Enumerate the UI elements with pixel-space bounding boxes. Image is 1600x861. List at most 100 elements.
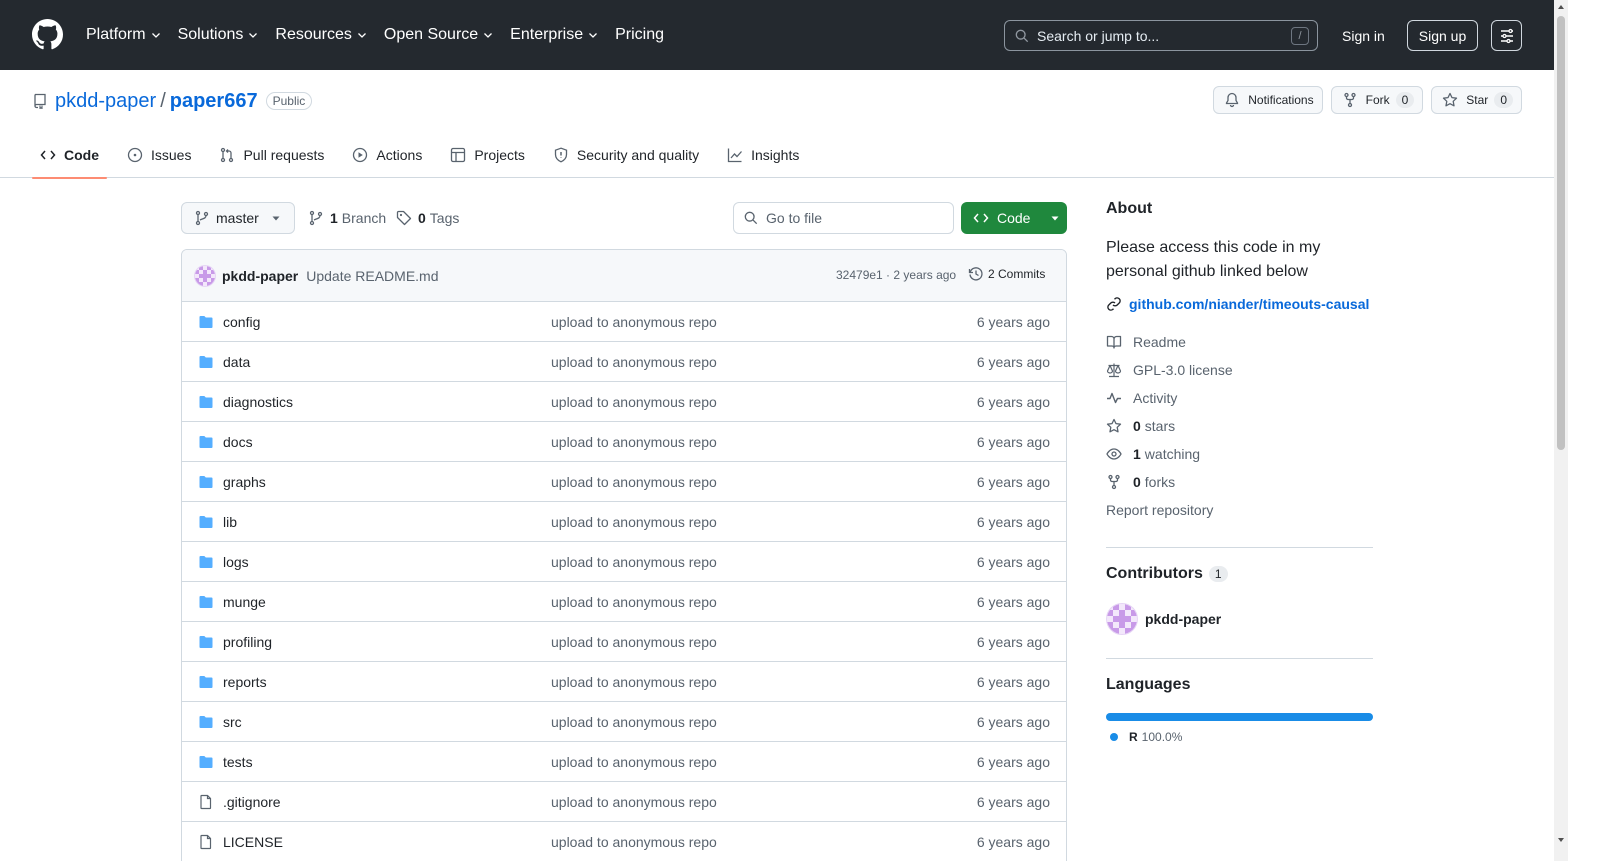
stars-link[interactable]: 0 stars bbox=[1106, 412, 1373, 440]
tags-link[interactable]: 0 Tags bbox=[396, 202, 459, 234]
readme-link[interactable]: Readme bbox=[1106, 328, 1373, 356]
watching-label: watching bbox=[1144, 446, 1201, 462]
file-commit-message-link[interactable]: upload to anonymous repo bbox=[551, 434, 717, 450]
tab-security-label: Security and quality bbox=[576, 147, 700, 163]
commit-sha-time[interactable]: 32479e1 · 2 years ago bbox=[836, 268, 956, 282]
file-row[interactable]: LICENSE upload to anonymous repo 6 years a… bbox=[182, 822, 1066, 861]
avatar[interactable] bbox=[1106, 603, 1138, 635]
file-commit-message-link[interactable]: upload to anonymous repo bbox=[551, 794, 717, 810]
file-row[interactable]: .gitignore upload to anonymous repo 6 year… bbox=[182, 782, 1066, 822]
tab-issues[interactable]: Issues bbox=[119, 132, 199, 178]
branches-link[interactable]: 1 Branch bbox=[308, 202, 386, 234]
file-name-link[interactable]: src bbox=[223, 714, 242, 730]
file-row[interactable]: diagnostics upload to anonymous repo 6 yea… bbox=[182, 382, 1066, 422]
nav-solutions[interactable]: Solutions bbox=[178, 26, 260, 44]
file-row[interactable]: data upload to anonymous repo 6 years ago bbox=[182, 342, 1066, 382]
file-row[interactable]: reports upload to anonymous repo 6 years a… bbox=[182, 662, 1066, 702]
sign-in-link[interactable]: Sign in bbox=[1336, 20, 1391, 51]
tab-insights[interactable]: Insights bbox=[719, 132, 807, 178]
file-name-link[interactable]: diagnostics bbox=[223, 394, 293, 410]
nav-resources[interactable]: Resources bbox=[275, 26, 367, 44]
global-search-input[interactable]: Search or jump to... / bbox=[1004, 20, 1318, 51]
file-row[interactable]: src upload to anonymous repo 6 years ago bbox=[182, 702, 1066, 742]
tab-code[interactable]: Code bbox=[32, 132, 107, 179]
tag-icon bbox=[396, 210, 412, 226]
nav-platform[interactable]: Platform bbox=[86, 26, 162, 44]
forks-link[interactable]: 0 forks bbox=[1106, 468, 1373, 496]
tab-pull-requests[interactable]: Pull requests bbox=[211, 132, 332, 178]
nav-enterprise[interactable]: Enterprise bbox=[510, 26, 599, 44]
file-name-link[interactable]: config bbox=[223, 314, 260, 330]
commit-message-link[interactable]: Update README.md bbox=[306, 268, 438, 284]
file-commit-message-link[interactable]: upload to anonymous repo bbox=[551, 514, 717, 530]
menu-button[interactable] bbox=[1491, 20, 1522, 51]
file-commit-message-link[interactable]: upload to anonymous repo bbox=[551, 714, 717, 730]
file-commit-message-link[interactable]: upload to anonymous repo bbox=[551, 674, 717, 690]
nav-pricing[interactable]: Pricing bbox=[615, 26, 664, 44]
file-name-link[interactable]: logs bbox=[223, 554, 249, 570]
file-commit-message-link[interactable]: upload to anonymous repo bbox=[551, 474, 717, 490]
file-row[interactable]: config upload to anonymous repo 6 years ag… bbox=[182, 302, 1066, 342]
nav-open-source-label: Open Source bbox=[383, 26, 479, 43]
contributor-item[interactable]: pkdd-paper bbox=[1106, 603, 1221, 635]
file-commit-message-link[interactable]: upload to anonymous repo bbox=[551, 834, 717, 850]
scroll-up-arrow-icon[interactable] bbox=[1557, 3, 1565, 11]
file-name-link[interactable]: docs bbox=[223, 434, 253, 450]
file-commit-message-link[interactable]: upload to anonymous repo bbox=[551, 394, 717, 410]
github-logo-icon[interactable] bbox=[32, 19, 63, 50]
repo-owner-link[interactable]: pkdd-paper bbox=[55, 90, 156, 113]
file-name-link[interactable]: LICENSE bbox=[223, 834, 283, 850]
avatar[interactable] bbox=[194, 264, 216, 287]
watchers-link[interactable]: 1 watching bbox=[1106, 440, 1373, 468]
file-row[interactable]: munge upload to anonymous repo 6 years ago bbox=[182, 582, 1066, 622]
file-row[interactable]: logs upload to anonymous repo 6 years ago bbox=[182, 542, 1066, 582]
star-button[interactable]: Star 0 bbox=[1431, 86, 1522, 114]
file-name-link[interactable]: lib bbox=[223, 514, 237, 530]
fork-button[interactable]: Fork 0 bbox=[1330, 86, 1424, 114]
file-name-link[interactable]: data bbox=[223, 354, 250, 370]
file-row[interactable]: tests upload to anonymous repo 6 years ago bbox=[182, 742, 1066, 782]
file-commit-message-link[interactable]: upload to anonymous repo bbox=[551, 554, 717, 570]
file-name-link[interactable]: tests bbox=[223, 754, 253, 770]
language-item[interactable]: R 100.0% bbox=[1110, 730, 1182, 744]
commits-link[interactable]: 2 Commits bbox=[968, 266, 1045, 282]
repo-icon bbox=[34, 93, 46, 109]
file-commit-time: 6 years ago bbox=[976, 554, 1050, 570]
file-row[interactable]: docs upload to anonymous repo 6 years ago bbox=[182, 422, 1066, 462]
file-row[interactable]: lib upload to anonymous repo 6 years ago bbox=[182, 502, 1066, 542]
contributors-heading[interactable]: Contributors 1 bbox=[1106, 565, 1228, 583]
go-to-file-input[interactable]: Go to file bbox=[733, 202, 954, 234]
file-row[interactable]: profiling upload to anonymous repo 6 years… bbox=[182, 622, 1066, 662]
file-row[interactable]: graphs upload to anonymous repo 6 years ag… bbox=[182, 462, 1066, 502]
file-name-link[interactable]: graphs bbox=[223, 474, 266, 490]
homepage-link[interactable]: github.com/niander/timeouts-causal bbox=[1106, 296, 1373, 312]
tab-security[interactable]: Security and quality bbox=[545, 132, 707, 178]
sign-up-button[interactable]: Sign up bbox=[1407, 20, 1478, 51]
go-to-file-placeholder: Go to file bbox=[766, 210, 823, 226]
contributor-name[interactable]: pkdd-paper bbox=[1145, 611, 1221, 627]
file-name-link[interactable]: reports bbox=[223, 674, 267, 690]
file-commit-message-link[interactable]: upload to anonymous repo bbox=[551, 754, 717, 770]
scrollbar-thumb[interactable] bbox=[1557, 16, 1565, 450]
commit-author-link[interactable]: pkdd-paper bbox=[222, 268, 298, 284]
tab-actions[interactable]: Actions bbox=[344, 132, 430, 178]
license-link[interactable]: GPL-3.0 license bbox=[1106, 356, 1373, 384]
nav-open-source[interactable]: Open Source bbox=[384, 26, 494, 44]
report-repository-link[interactable]: Report repository bbox=[1106, 496, 1373, 524]
code-dropdown-button[interactable]: Code bbox=[961, 202, 1067, 234]
activity-link[interactable]: Activity bbox=[1106, 384, 1373, 412]
file-commit-message-link[interactable]: upload to anonymous repo bbox=[551, 634, 717, 650]
file-name-link[interactable]: .gitignore bbox=[223, 794, 281, 810]
file-commit-message-link[interactable]: upload to anonymous repo bbox=[551, 354, 717, 370]
branch-select-button[interactable]: master bbox=[181, 202, 295, 234]
file-commit-message-link[interactable]: upload to anonymous repo bbox=[551, 314, 717, 330]
tab-projects[interactable]: Projects bbox=[442, 132, 533, 178]
repo-name-link[interactable]: paper667 bbox=[170, 90, 258, 113]
scroll-down-arrow-icon[interactable] bbox=[1557, 836, 1565, 844]
file-name-link[interactable]: munge bbox=[223, 594, 266, 610]
page-scrollbar[interactable] bbox=[1554, 0, 1568, 861]
file-name-link[interactable]: profiling bbox=[223, 634, 272, 650]
file-commit-message-link[interactable]: upload to anonymous repo bbox=[551, 594, 717, 610]
notifications-button[interactable]: Notifications bbox=[1213, 86, 1323, 114]
file-commit-time: 6 years ago bbox=[976, 594, 1050, 610]
